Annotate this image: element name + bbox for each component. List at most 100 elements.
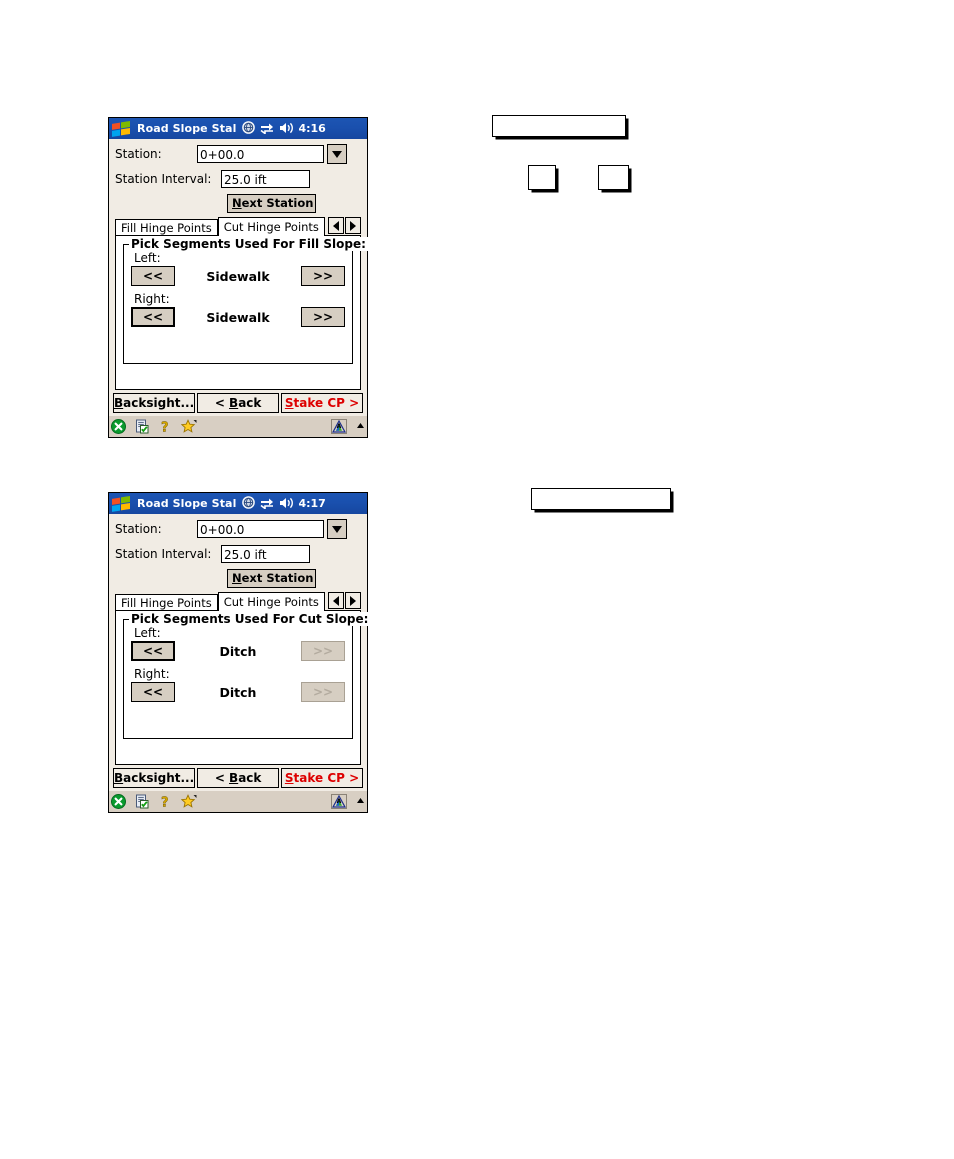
station-interval-input[interactable]: 25.0 ift [221,170,310,188]
station-dropdown-button[interactable] [327,144,347,164]
window-title: Road Slope Stal [137,497,237,510]
right-previous-segment-button[interactable]: << [131,682,175,702]
segment-groupbox: Pick Segments Used For Cut Slope: Left: … [123,612,371,739]
backsight-button[interactable]: Backsight... [113,768,196,788]
titlebar-status-icons [242,119,294,138]
back-button[interactable]: < Back [197,768,280,788]
window-title: Road Slope Stal [137,122,237,135]
triangle-left-icon [333,595,339,606]
station-interval-label: Station Interval: [115,172,212,186]
backsight-accel: B [114,396,124,410]
close-icon[interactable] [111,794,126,809]
station-label: Station: [115,147,162,161]
stake-cp-button[interactable]: Stake CP > [281,768,363,788]
pda-window-cut-hinge-points: Road Slope Stal 4:17 Station: 0+00.0 Sta… [108,492,371,813]
chevron-down-icon [332,525,342,533]
tab-page-fill-hinge-points: Pick Segments Used For Fill Slope: Left:… [115,235,368,390]
triangle-right-icon [350,595,356,606]
favorites-star-icon[interactable] [181,794,198,809]
svg-text:?: ? [161,796,169,810]
station-input[interactable]: 0+00.0 [197,145,324,163]
backsight-label: acksight... [123,396,195,410]
backsight-label: acksight... [123,771,195,785]
back-accel: B [229,771,239,785]
volume-icon[interactable] [279,494,294,513]
help-icon[interactable]: ? [159,419,172,434]
left-next-segment-button[interactable]: >> [301,266,345,286]
backsight-accel: B [114,771,124,785]
right-next-segment-button[interactable]: >> [301,307,345,327]
annotation-callout-small-left [528,165,556,190]
globe-icon[interactable] [242,119,256,138]
next-station-label: ext Station [241,196,314,210]
taskbar: ? A [109,791,367,812]
tab-scroll-right-button[interactable] [345,217,361,234]
windows-logo-icon[interactable] [111,120,133,137]
client-area: Station: 0+00.0 Station Interval: 25.0 i… [109,139,368,390]
left-previous-segment-button[interactable]: << [131,641,175,661]
next-station-button[interactable]: Next Station [227,194,316,213]
station-label: Station: [115,522,162,536]
stake-cp-label: take CP > [293,396,360,410]
survey-triangle-icon[interactable]: A [331,419,347,434]
input-panel-arrow-icon[interactable] [356,419,365,434]
chevron-down-icon [332,150,342,158]
svg-text:A: A [337,798,342,805]
favorites-star-icon[interactable] [181,419,198,434]
globe-icon[interactable] [242,494,256,513]
close-icon[interactable] [111,419,126,434]
connectivity-icon[interactable] [260,119,274,138]
left-side-label: Left: [134,626,161,640]
next-station-accel: N [232,571,242,585]
back-button[interactable]: < Back [197,393,280,413]
segment-groupbox: Pick Segments Used For Fill Slope: Left:… [123,237,368,364]
right-side-label: Right: [134,292,170,306]
station-interval-input[interactable]: 25.0 ift [221,545,310,563]
connectivity-icon[interactable] [260,494,274,513]
stake-cp-button[interactable]: Stake CP > [281,393,363,413]
tab-fill-hinge-points[interactable]: Fill Hinge Points [115,594,218,611]
input-panel-arrow-icon[interactable] [356,794,365,809]
tabstrip: Fill Hinge Points Cut Hinge Points [115,217,361,236]
left-side-label: Left: [134,251,161,265]
tab-scroll-left-button[interactable] [328,217,344,234]
next-station-button[interactable]: Next Station [227,569,316,588]
station-interval-row: Station Interval: 25.0 ift [115,170,361,188]
station-row: Station: 0+00.0 [115,144,361,164]
notes-checklist-icon[interactable] [135,794,150,809]
tab-scroll-right-button[interactable] [345,592,361,609]
station-interval-row: Station Interval: 25.0 ift [115,545,361,563]
back-prefix: < [214,396,230,410]
tab-scroll-left-button[interactable] [328,592,344,609]
triangle-right-icon [350,220,356,231]
svg-text:A: A [337,423,342,430]
annotation-callout-top-wide [492,115,626,137]
right-previous-segment-button[interactable]: << [131,307,175,327]
volume-icon[interactable] [279,119,294,138]
tab-cut-hinge-points[interactable]: Cut Hinge Points [217,592,325,611]
titlebar-clock: 4:17 [298,497,326,510]
windows-logo-icon[interactable] [111,495,133,512]
left-segment-name: Sidewalk [206,268,270,284]
station-row: Station: 0+00.0 [115,519,361,539]
triangle-left-icon [333,220,339,231]
notes-checklist-icon[interactable] [135,419,150,434]
tab-fill-hinge-points[interactable]: Fill Hinge Points [115,219,218,236]
annotation-callout-small-right [598,165,629,190]
help-icon[interactable]: ? [159,794,172,809]
titlebar: Road Slope Stal [109,493,367,514]
station-interval-label: Station Interval: [115,547,212,561]
stake-cp-accel: S [284,396,294,410]
station-dropdown-button[interactable] [327,519,347,539]
left-previous-segment-button[interactable]: << [131,266,175,286]
right-side-label: Right: [134,667,170,681]
tab-cut-hinge-points[interactable]: Cut Hinge Points [217,217,325,236]
titlebar-clock: 4:16 [298,122,326,135]
right-next-segment-button: >> [301,682,345,702]
backsight-button[interactable]: Backsight... [113,393,196,413]
groupbox-title: Pick Segments Used For Fill Slope: [129,237,368,251]
survey-triangle-icon[interactable]: A [331,794,347,809]
titlebar: Road Slope Stal [109,118,367,139]
station-input[interactable]: 0+00.0 [197,520,324,538]
groupbox-title: Pick Segments Used For Cut Slope: [129,612,371,626]
